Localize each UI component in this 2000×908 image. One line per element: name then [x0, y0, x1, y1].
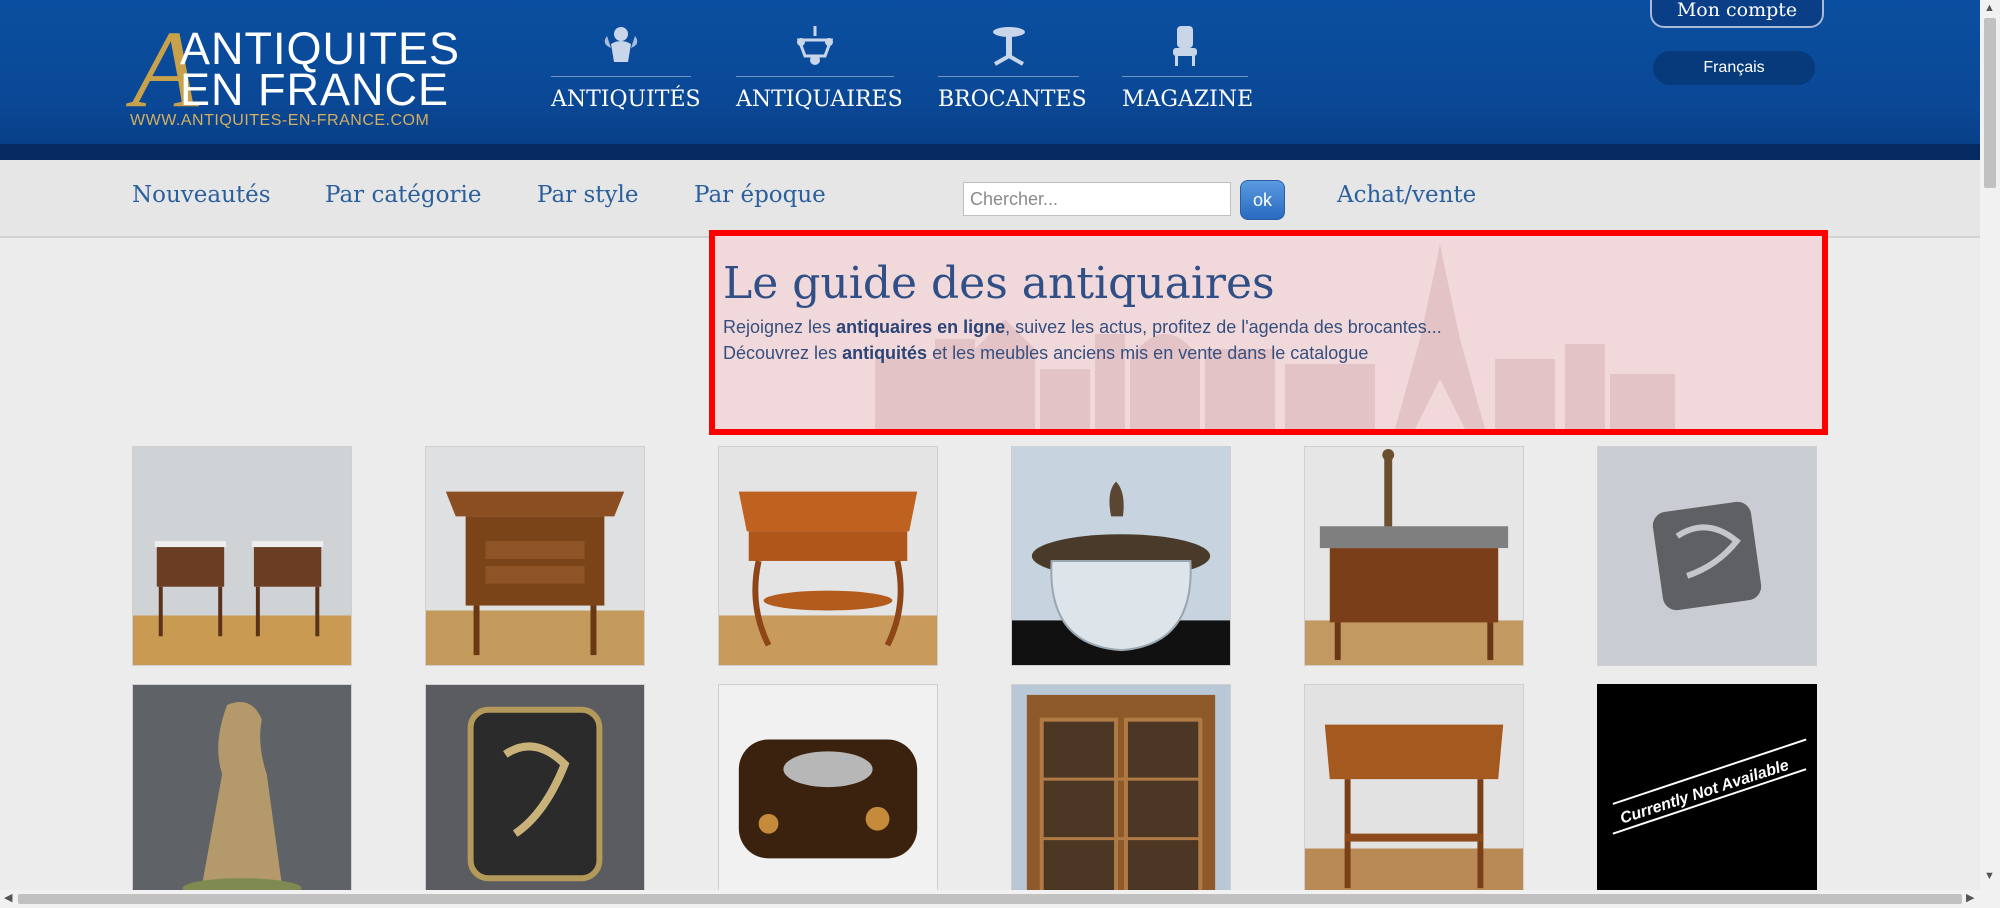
vertical-scroll-thumb[interactable]: [1984, 18, 1996, 188]
pedestal-table-icon: [992, 27, 1025, 66]
hero-title: Le guide des antiquaires: [723, 258, 1275, 309]
horizontal-scroll-thumb[interactable]: [18, 894, 1962, 904]
subnav-nouveautes[interactable]: Nouveautés: [132, 182, 271, 208]
hero-line-1-text-c: , suivez les actus, profitez de l'agenda…: [1005, 317, 1442, 337]
header-bottom-stripe: [0, 144, 1980, 160]
product-thumb-marquetry-side-table[interactable]: [718, 446, 938, 666]
nav-magazine[interactable]: MAGAZINE: [1122, 22, 1254, 112]
product-thumb-glazed-display-cabinet[interactable]: [1011, 684, 1231, 904]
product-thumb-walnut-chest-of-drawers[interactable]: [425, 446, 645, 666]
tortoiseshell-box-image: [719, 685, 937, 903]
logo-url: WWW.ANTIQUITES-EN-FRANCE.COM: [130, 112, 430, 129]
scroll-up-arrow-icon[interactable]: ▲: [1984, 2, 1995, 14]
art-nouveau-table-image: [1305, 685, 1523, 903]
nav-divider: [1122, 76, 1248, 77]
scroll-left-arrow-icon[interactable]: ◀: [4, 891, 12, 904]
hero-line-2-text-a: Découvrez les: [723, 343, 843, 363]
subnav-achat-vente[interactable]: Achat/vente: [1337, 182, 1476, 208]
chandelier-icon: [796, 26, 834, 65]
product-thumb-bronze-couple-sculpture[interactable]: [132, 684, 352, 904]
chest-of-drawers-image: [426, 447, 644, 665]
subnav-par-epoque[interactable]: Par époque: [694, 182, 826, 208]
subnav-par-categorie[interactable]: Par catégorie: [325, 182, 481, 208]
nav-label: ANTIQUITÉS: [551, 87, 701, 112]
secondary-nav: Nouveautés Par catégorie Par style Par é…: [0, 160, 1980, 238]
hero-banner: Le guide des antiquaires Rejoignez les a…: [709, 230, 1828, 435]
display-cabinet-image: [1012, 685, 1230, 903]
product-thumb-silver-relief-vesta-case[interactable]: [425, 684, 645, 904]
nav-divider: [551, 76, 691, 77]
subnav-par-style[interactable]: Par style: [537, 182, 638, 208]
sculpture-image: [133, 685, 351, 903]
nav-label: MAGAZINE: [1122, 87, 1254, 112]
product-thumb-inlaid-art-nouveau-table[interactable]: [1304, 684, 1524, 904]
language-selector[interactable]: Français: [1653, 51, 1815, 85]
cigarette-case-image: [1598, 447, 1816, 665]
site-logo[interactable]: A ANTIQUITES EN FRANCE WWW.ANTIQUITES-EN…: [130, 14, 459, 132]
armchair-icon: [1173, 26, 1197, 66]
hero-line-2: Découvrez les antiquités et les meubles …: [723, 343, 1368, 364]
bedside-tables-image: [133, 447, 351, 665]
cherub-icon: [604, 27, 638, 62]
hero-line-1-text-a: Rejoignez les: [723, 317, 837, 337]
horizontal-scrollbar[interactable]: ◀ ▶: [0, 890, 2000, 908]
nav-antiquaires[interactable]: ANTIQUAIRES: [736, 22, 903, 112]
search-submit-button[interactable]: ok: [1240, 180, 1285, 220]
logo-line-2: EN FRANCE: [180, 64, 450, 115]
marble-commode-image: [1305, 447, 1523, 665]
nav-divider: [938, 76, 1079, 77]
product-thumb-currently-not-available[interactable]: Currently Not Available: [1597, 684, 1817, 904]
antiquites-link[interactable]: antiquités: [842, 343, 927, 363]
search-input[interactable]: [963, 182, 1231, 216]
nav-divider: [736, 76, 894, 77]
nav-label: ANTIQUAIRES: [736, 87, 903, 112]
vesta-case-image: [426, 685, 644, 903]
product-thumb-silver-dragon-cigarette-case[interactable]: [1597, 446, 1817, 666]
marquetry-table-image: [719, 447, 937, 665]
scroll-down-arrow-icon[interactable]: ▼: [1984, 870, 1995, 882]
hero-line-1: Rejoignez les antiquaires en ligne, suiv…: [723, 317, 1442, 338]
scroll-right-arrow-icon[interactable]: ▶: [1966, 891, 1974, 904]
hero-line-2-text-c: et les meubles anciens mis en vente dans…: [927, 343, 1369, 363]
nav-brocantes[interactable]: BROCANTES: [938, 22, 1087, 112]
antiquaires-link[interactable]: antiquaires en ligne: [836, 317, 1005, 337]
product-thumb-marble-top-commode-with-statue[interactable]: [1304, 446, 1524, 666]
product-thumb-crystal-biscuit-jar[interactable]: [1011, 446, 1231, 666]
product-thumb-tortoiseshell-box[interactable]: [718, 684, 938, 904]
site-header: A ANTIQUITES EN FRANCE WWW.ANTIQUITES-EN…: [0, 0, 1980, 144]
product-thumb-pair-of-bedside-tables[interactable]: [132, 446, 352, 666]
nav-label: BROCANTES: [938, 87, 1087, 112]
my-account-button[interactable]: Mon compte: [1650, 0, 1824, 28]
nav-antiquites[interactable]: ANTIQUITÉS: [551, 22, 701, 112]
vertical-scrollbar[interactable]: ▲ ▼: [1980, 0, 2000, 890]
biscuit-jar-image: [1012, 447, 1230, 665]
